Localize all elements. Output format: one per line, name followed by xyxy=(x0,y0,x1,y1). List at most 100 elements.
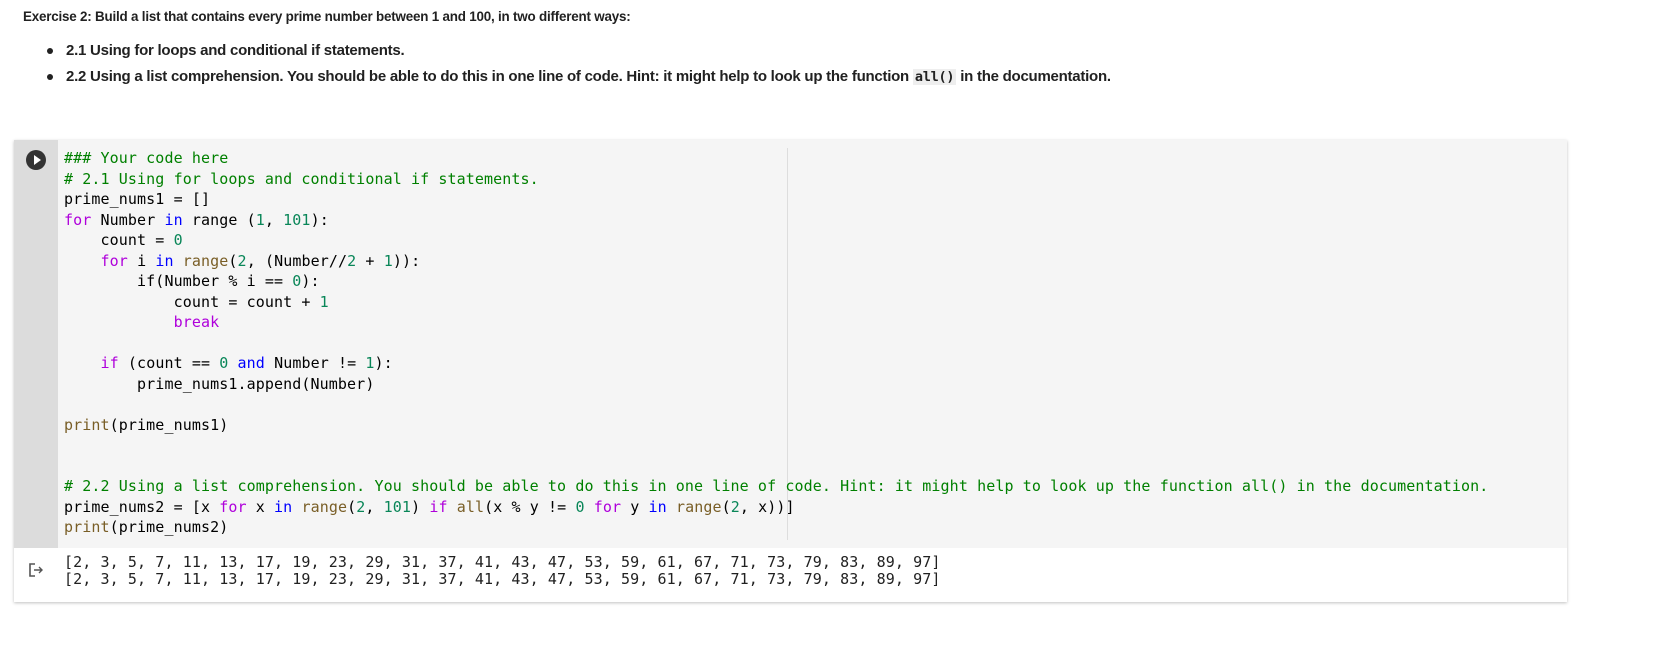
code-line: ### Your code here xyxy=(64,148,1488,169)
code-token: break xyxy=(173,313,220,331)
code-token: # 2.2 Using a list comprehension. You sh… xyxy=(64,477,1489,495)
code-token: for xyxy=(100,251,128,270)
code-token: range ( xyxy=(182,210,256,229)
code-token: 1 xyxy=(319,292,329,311)
code-token: ) xyxy=(411,497,430,516)
code-token: in xyxy=(164,210,183,229)
cell-output: [2, 3, 5, 7, 11, 13, 17, 19, 23, 29, 31,… xyxy=(14,548,1567,602)
code-token: (count == xyxy=(118,354,220,372)
output-text: [2, 3, 5, 7, 11, 13, 17, 19, 23, 29, 31,… xyxy=(64,554,941,588)
code-token: prime_nums2 = [x xyxy=(64,497,220,516)
code-token: in xyxy=(648,497,667,516)
code-cell[interactable]: ### Your code here # 2.1 Using for loops … xyxy=(14,140,1567,602)
code-line: count = count + 1 xyxy=(64,292,1488,313)
code-token: range xyxy=(301,497,348,516)
code-line: if (count == 0 and Number != 1): xyxy=(64,353,1488,374)
code-token: # 2.1 Using for loops and conditional if… xyxy=(64,169,539,188)
code-token: 2 xyxy=(237,251,247,270)
code-token: ( xyxy=(228,251,238,270)
code-line: break xyxy=(64,312,1488,333)
code-editor[interactable]: ### Your code here # 2.1 Using for loops … xyxy=(58,140,1567,548)
code-line: print(prime_nums2) xyxy=(64,517,1488,538)
code-token: in xyxy=(155,251,174,270)
code-token: (prime_nums2) xyxy=(109,518,229,536)
code-token: 1 xyxy=(255,210,265,229)
inline-code-all: all() xyxy=(912,68,957,85)
code-token: prime_nums1.append(Number) xyxy=(64,374,375,393)
code-token: ): xyxy=(301,272,320,290)
code-line: print(prime_nums1) xyxy=(64,415,1488,436)
exercise-bullets: 2.1 Using for loops and conditional if s… xyxy=(43,38,1123,90)
output-redirect-icon[interactable] xyxy=(28,562,44,578)
code-token: range xyxy=(182,251,229,270)
code-token: for xyxy=(593,497,622,516)
code-token: , xyxy=(264,210,284,229)
code-token: i xyxy=(127,251,156,270)
code-token: (prime_nums1) xyxy=(109,415,229,434)
code-line: prime_nums2 = [x for x in range(2, 101) … xyxy=(64,497,1488,518)
code-token: 0 xyxy=(173,231,183,249)
bullet-2-1: 2.1 Using for loops and conditional if s… xyxy=(43,38,1123,64)
bullet-2-2: 2.2 Using a list comprehension. You shou… xyxy=(43,64,1123,91)
code-token: prime_nums1 = [] xyxy=(64,190,211,208)
bullet-text-end: in the documentation. xyxy=(956,67,1111,85)
code-token: , x))] xyxy=(739,497,795,516)
code-token: if xyxy=(429,497,448,516)
code-line: for Number in range (1, 101): xyxy=(64,210,1488,231)
code-token: if xyxy=(100,354,119,372)
code-token: 101 xyxy=(283,210,311,229)
code-token: ### Your code here xyxy=(64,149,229,167)
code-token: Number xyxy=(91,210,165,229)
code-token: and xyxy=(237,354,265,372)
code-token: for xyxy=(219,497,247,516)
code-token: 101 xyxy=(383,497,412,516)
output-line: [2, 3, 5, 7, 11, 13, 17, 19, 23, 29, 31,… xyxy=(64,553,941,571)
code-line: if(Number % i == 0): xyxy=(64,271,1488,292)
code-line: prime_nums1 = [] xyxy=(64,189,1488,210)
code-token: count = count + xyxy=(64,292,320,311)
code-token: y xyxy=(621,497,649,516)
code-token: 0 xyxy=(575,497,585,516)
code-token: range xyxy=(675,497,722,516)
code-token: count = xyxy=(64,231,174,249)
code-token: + xyxy=(356,251,384,270)
code-token: ( xyxy=(721,497,731,516)
code-token: (x % y != xyxy=(484,497,576,516)
code-line: # 2.2 Using a list comprehension. You sh… xyxy=(64,476,1488,497)
bullet-text: 2.2 Using a list comprehension. You shou… xyxy=(66,67,913,85)
code-token: in xyxy=(274,497,293,516)
code-text[interactable]: ### Your code here # 2.1 Using for loops … xyxy=(64,148,1488,538)
code-token: 1 xyxy=(383,251,393,270)
code-token: if(Number % i == xyxy=(64,272,293,290)
output-line: [2, 3, 5, 7, 11, 13, 17, 19, 23, 29, 31,… xyxy=(64,570,941,588)
code-token: x xyxy=(246,497,275,516)
code-token: print xyxy=(64,518,110,536)
cell-gutter xyxy=(14,140,58,548)
code-token: ): xyxy=(310,210,329,229)
code-token: ( xyxy=(347,497,357,516)
code-line: count = 0 xyxy=(64,230,1488,251)
code-line: # 2.1 Using for loops and conditional if… xyxy=(64,169,1488,190)
code-token: 2 xyxy=(730,497,740,516)
code-line: for i in range(2, (Number//2 + 1)): xyxy=(64,251,1488,272)
code-token: for xyxy=(64,210,92,229)
code-token: 1 xyxy=(365,354,375,372)
code-token: 2 xyxy=(347,251,357,270)
code-token: all xyxy=(456,497,485,516)
code-line: prime_nums1.append(Number) xyxy=(64,374,1488,395)
code-token: print xyxy=(64,415,110,434)
play-icon[interactable] xyxy=(26,150,46,170)
code-token: , (Number// xyxy=(246,251,348,270)
code-token: Number != xyxy=(264,354,366,372)
exercise-title: Exercise 2: Build a list that contains e… xyxy=(23,9,631,24)
